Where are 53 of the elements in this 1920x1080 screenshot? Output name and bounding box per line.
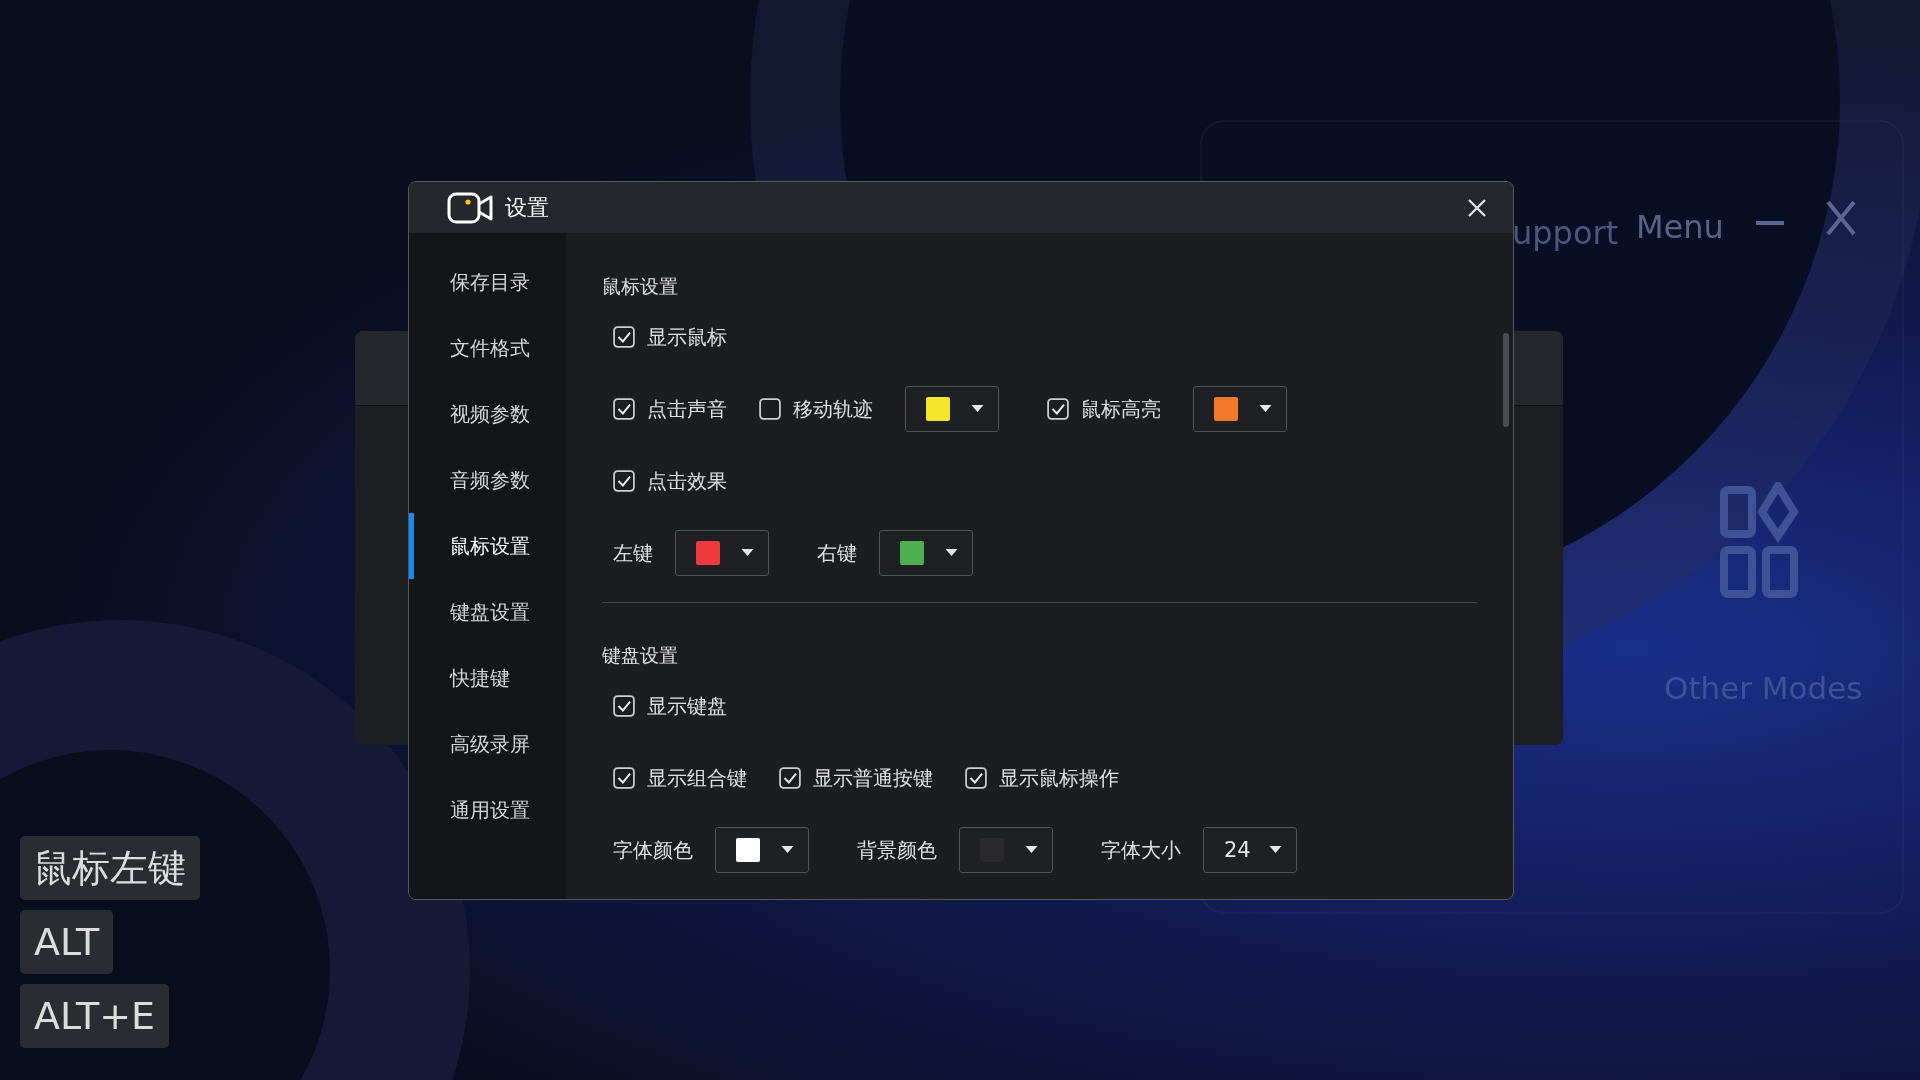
sidebar-item[interactable]: 视频参数 [409, 381, 566, 447]
checkbox-label[interactable]: 点击声音 [647, 395, 727, 423]
section-heading: 键盘设置 [602, 643, 679, 668]
sidebar-item[interactable]: 通用设置 [409, 777, 566, 843]
key-overlay-badge: ALT [20, 910, 114, 974]
color-dropdown[interactable] [879, 530, 973, 576]
sidebar-item[interactable]: 鼠标设置 [409, 513, 566, 579]
sidebar-item[interactable]: 保存目录 [409, 249, 566, 315]
color-dropdown[interactable] [905, 386, 999, 432]
checkbox-label[interactable]: 显示组合键 [647, 764, 747, 792]
checkbox[interactable] [613, 695, 635, 717]
key-overlay-badge: 鼠标左键 [20, 836, 200, 900]
checkbox[interactable] [613, 398, 635, 420]
minimize-icon[interactable] [1755, 220, 1785, 226]
color-dropdown[interactable] [1193, 386, 1287, 432]
checkbox[interactable] [1047, 398, 1069, 420]
section-heading: 鼠标设置 [602, 274, 679, 299]
sidebar-item[interactable]: 高级录屏 [409, 711, 566, 777]
sidebar-item[interactable]: 键盘设置 [409, 579, 566, 645]
field-label: 字体大小 [1101, 836, 1181, 864]
checkbox[interactable] [965, 767, 987, 789]
color-dropdown[interactable] [959, 827, 1053, 873]
checkbox[interactable] [613, 470, 635, 492]
caret-icon [945, 549, 958, 557]
checkbox-label[interactable]: 显示鼠标 [647, 323, 727, 351]
checkbox-label[interactable]: 点击效果 [647, 467, 727, 495]
key-overlay-badge: ALT+E [20, 984, 169, 1048]
checkbox[interactable] [613, 326, 635, 348]
checkbox[interactable] [759, 398, 781, 420]
checkbox-label[interactable]: 显示普通按键 [813, 764, 933, 792]
color-dropdown[interactable] [675, 530, 769, 576]
field-label: 右键 [817, 539, 857, 567]
checkbox[interactable] [779, 767, 801, 789]
sidebar-item[interactable]: 音频参数 [409, 447, 566, 513]
caret-icon [741, 549, 754, 557]
checkbox-label[interactable]: 鼠标高亮 [1081, 395, 1161, 423]
field-label: 左键 [613, 539, 653, 567]
scrollbar-thumb[interactable] [1503, 333, 1509, 427]
checkbox-label[interactable]: 显示鼠标操作 [999, 764, 1119, 792]
checkbox-label[interactable]: 显示键盘 [647, 692, 727, 720]
caret-icon [1269, 846, 1282, 854]
caret-icon [781, 846, 794, 854]
field-label: 字体颜色 [613, 836, 693, 864]
color-dropdown[interactable] [715, 827, 809, 873]
size-dropdown[interactable]: 24 [1203, 827, 1297, 873]
field-label: 背景颜色 [857, 836, 937, 864]
sidebar-item[interactable]: 文件格式 [409, 315, 566, 381]
checkbox-label[interactable]: 移动轨迹 [793, 395, 873, 423]
checkbox[interactable] [613, 767, 635, 789]
camera-icon [447, 191, 493, 224]
dialog-title: 设置 [505, 193, 550, 222]
sidebar-item[interactable]: 快捷键 [409, 645, 566, 711]
caret-icon [1025, 846, 1038, 854]
